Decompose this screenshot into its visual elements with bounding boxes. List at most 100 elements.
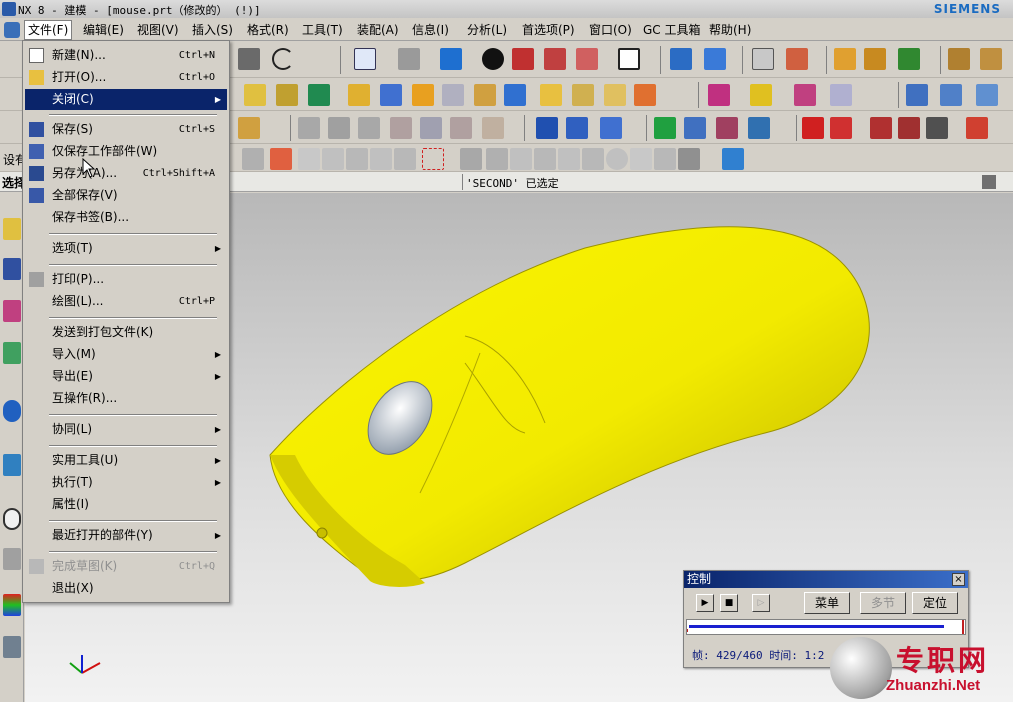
play-forward-icon[interactable] (898, 48, 920, 70)
layer-icon[interactable] (670, 48, 692, 70)
menu-button[interactable]: 菜单 (804, 592, 850, 614)
through-curves-icon[interactable] (940, 84, 962, 106)
sheet-metal-icon[interactable] (684, 117, 706, 139)
spring-icon[interactable] (566, 117, 588, 139)
check-icon[interactable] (654, 117, 676, 139)
split-body-icon[interactable] (634, 84, 656, 106)
background-icon[interactable] (618, 48, 640, 70)
intersect-icon[interactable] (794, 84, 816, 106)
step-forward-icon[interactable] (870, 117, 892, 139)
roles-icon[interactable] (3, 636, 21, 658)
arc-center-snap-icon[interactable] (558, 148, 580, 170)
endpoint-snap-icon[interactable] (460, 148, 482, 170)
os-icon[interactable] (390, 117, 412, 139)
menu-item-recent-parts[interactable]: 最近打开的部件(Y) ▶ (25, 525, 227, 546)
menu-information[interactable]: 信息(I) (409, 21, 452, 39)
menu-analysis[interactable]: 分析(L) (464, 21, 510, 39)
reorder-icon[interactable] (482, 117, 504, 139)
thicken-icon[interactable] (540, 84, 562, 106)
intersection-snap-icon[interactable] (534, 148, 556, 170)
render-style-icon[interactable] (482, 48, 504, 70)
list-icon[interactable] (752, 48, 774, 70)
clip-view-icon[interactable] (576, 48, 598, 70)
tool-icon[interactable] (600, 117, 622, 139)
menu-item-utilities[interactable]: 实用工具(U) ▶ (25, 450, 227, 471)
step-back-icon[interactable] (830, 117, 852, 139)
menu-item-close[interactable]: 关闭(C) ▶ (25, 89, 227, 110)
menu-edit[interactable]: 编辑(E) (80, 21, 127, 39)
menu-insert[interactable]: 插入(S) (189, 21, 236, 39)
menu-tools[interactable]: 工具(T) (299, 21, 346, 39)
ruler-icon[interactable] (948, 48, 970, 70)
quadrant-snap-icon[interactable] (582, 148, 604, 170)
menu-item-save[interactable]: 保存(S) Ctrl+S (25, 119, 227, 140)
menu-item-save-all[interactable]: 全部保存(V) (25, 185, 227, 206)
line-snap-icon[interactable] (654, 148, 676, 170)
unite-icon[interactable] (708, 84, 730, 106)
abc-edit-icon[interactable] (238, 117, 260, 139)
shaded-cube-icon[interactable] (440, 48, 462, 70)
wcs-icon[interactable] (786, 48, 808, 70)
offset-face-icon[interactable] (572, 84, 594, 106)
trim-body-icon[interactable] (604, 84, 626, 106)
circle-snap-icon[interactable] (606, 148, 628, 170)
palette-icon[interactable] (3, 594, 21, 616)
surface-snap-icon[interactable] (678, 148, 700, 170)
close-icon[interactable]: × (952, 573, 965, 586)
extrude-icon[interactable] (348, 84, 370, 106)
subtract-icon[interactable] (750, 84, 772, 106)
history-clock-icon[interactable] (3, 508, 21, 530)
sweep-icon[interactable] (412, 84, 434, 106)
cube-select-icon[interactable] (722, 148, 744, 170)
boolean-icon[interactable] (308, 84, 330, 106)
menu-item-send-to-package[interactable]: 发送到打包文件(K) (25, 322, 227, 343)
rotate-icon[interactable] (398, 48, 420, 70)
menu-item-export[interactable]: 导出(E) ▶ (25, 366, 227, 387)
mirror-icon[interactable] (276, 84, 298, 106)
menu-item-new[interactable]: 新建(N)... Ctrl+N (25, 45, 227, 66)
move-layer-icon[interactable] (704, 48, 726, 70)
rewind-icon[interactable] (802, 117, 824, 139)
menu-view[interactable]: 视图(V) (134, 21, 182, 39)
web-browser-icon[interactable] (3, 454, 21, 476)
mesh-surface-icon[interactable] (976, 84, 998, 106)
face-rule-icon[interactable] (322, 148, 344, 170)
section-view-icon[interactable] (512, 48, 534, 70)
menu-item-properties[interactable]: 属性(I) (25, 494, 227, 515)
menu-item-collaborate[interactable]: 协同(L) ▶ (25, 419, 227, 440)
oh-icon[interactable] (450, 117, 472, 139)
menu-item-plot[interactable]: 绘图(L)... Ctrl+P (25, 291, 227, 312)
gh-icon[interactable] (420, 117, 442, 139)
control-point-snap-icon[interactable] (510, 148, 532, 170)
menu-item-exit[interactable]: 退出(X) (25, 578, 227, 599)
rectangle-select-icon[interactable] (422, 148, 444, 170)
undo-icon[interactable] (272, 48, 294, 70)
menu-item-interoperate[interactable]: 互操作(R)... (25, 388, 227, 409)
fast-forward-icon[interactable] (898, 117, 920, 139)
menu-item-save-work-part[interactable]: 仅保存工作部件(W) (25, 141, 227, 162)
constraint-navigator-icon[interactable] (3, 258, 21, 280)
menu-help[interactable]: 帮助(H) (706, 21, 754, 39)
box-view-icon[interactable] (544, 48, 566, 70)
menu-file[interactable]: 文件(F) (24, 20, 73, 40)
reuse-library-icon[interactable] (3, 342, 21, 364)
menu-item-save-bookmark[interactable]: 保存书签(B)... (25, 207, 227, 228)
revolve-icon[interactable] (380, 84, 402, 106)
stop-record-icon[interactable] (926, 117, 948, 139)
coordinate-icon[interactable] (748, 117, 770, 139)
curve-rule-icon[interactable] (298, 148, 320, 170)
midpoint-snap-icon[interactable] (486, 148, 508, 170)
menu-preferences[interactable]: 首选项(P) (519, 21, 578, 39)
surface-icon[interactable] (906, 84, 928, 106)
analysis-icon[interactable] (834, 48, 856, 70)
menu-item-import[interactable]: 导入(M) ▶ (25, 344, 227, 365)
snap-point-icon[interactable] (270, 148, 292, 170)
assembly-navigator-icon[interactable] (3, 218, 21, 240)
menu-window[interactable]: 窗口(O) (586, 21, 635, 39)
stop-button[interactable]: ■ (720, 594, 738, 612)
fit-view-icon[interactable] (354, 48, 376, 70)
edit-parameters-icon[interactable] (298, 117, 320, 139)
gs-icon[interactable] (358, 117, 380, 139)
info-icon[interactable] (3, 400, 21, 422)
feature-rule-icon[interactable] (394, 148, 416, 170)
